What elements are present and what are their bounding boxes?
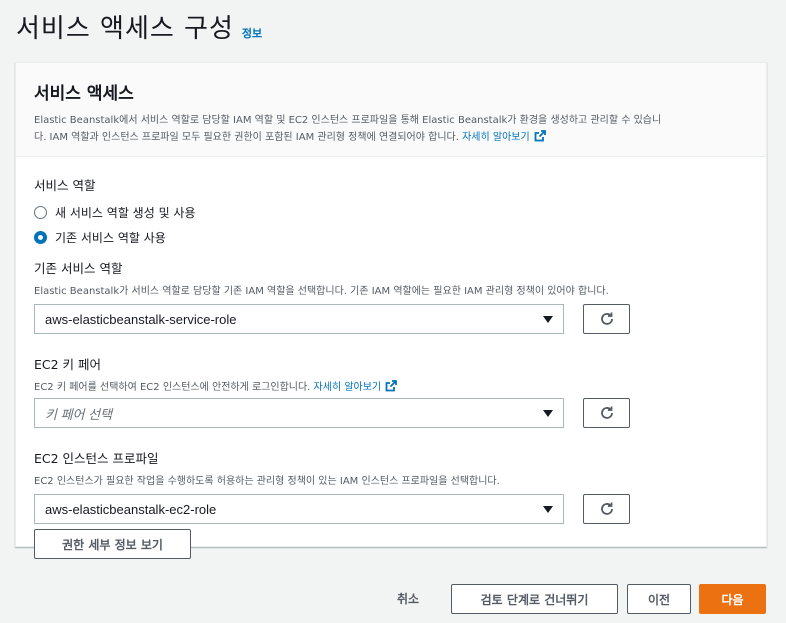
external-link-icon bbox=[534, 130, 546, 142]
refresh-button[interactable] bbox=[583, 398, 630, 428]
select-placeholder: 키 페어 선택 bbox=[45, 406, 113, 422]
previous-button[interactable]: 이전 bbox=[627, 584, 691, 614]
refresh-icon bbox=[600, 406, 613, 419]
wizard-footer: 취소 검토 단계로 건너뛰기 이전 다음 bbox=[0, 584, 786, 614]
select-value: aws-elasticbeanstalk-service-role bbox=[45, 311, 237, 327]
radio-label: 기존 서비스 역할 사용 bbox=[55, 231, 166, 245]
view-permission-details-button[interactable]: 권한 세부 정보 보기 bbox=[34, 529, 191, 559]
key-pair-select[interactable]: 키 페어 선택 bbox=[34, 398, 564, 428]
caret-down-icon bbox=[543, 506, 553, 513]
radio-existing-service-role[interactable]: 기존 서비스 역할 사용 bbox=[34, 229, 748, 246]
service-access-panel: 서비스 액세스 Elastic Beanstalk에서 서비스 역할로 담당할 … bbox=[15, 62, 767, 559]
caret-down-icon bbox=[543, 410, 553, 417]
select-value: aws-elasticbeanstalk-ec2-role bbox=[45, 501, 217, 517]
existing-role-label: 기존 서비스 역할 bbox=[34, 261, 123, 276]
refresh-icon bbox=[600, 312, 613, 325]
panel-header: 서비스 액세스 Elastic Beanstalk에서 서비스 역할로 담당할 … bbox=[16, 63, 766, 157]
skip-to-review-button[interactable]: 검토 단계로 건너뛰기 bbox=[451, 584, 618, 614]
panel-body: 서비스 역할 새 서비스 역할 생성 및 사용 기존 서비스 역할 사용 기존 … bbox=[16, 157, 766, 559]
page-header: 서비스 액세스 구성 정보 bbox=[16, 8, 262, 45]
instance-profile-select[interactable]: aws-elasticbeanstalk-ec2-role bbox=[34, 494, 564, 524]
instance-profile-desc: EC2 인스턴스가 필요한 작업을 수행하도록 허용하는 관리형 정책이 있는 … bbox=[34, 476, 500, 487]
key-pair-learn-more-link[interactable]: 자세히 알아보기 bbox=[314, 380, 398, 393]
caret-down-icon bbox=[543, 316, 553, 323]
radio-new-service-role[interactable]: 새 서비스 역할 생성 및 사용 bbox=[34, 204, 748, 221]
existing-role-desc: Elastic Beanstalk가 서비스 역할로 담당할 기존 IAM 역할… bbox=[34, 286, 609, 297]
refresh-icon bbox=[600, 502, 613, 515]
radio-button-selected[interactable] bbox=[34, 231, 47, 244]
radio-label: 새 서비스 역할 생성 및 사용 bbox=[55, 206, 196, 220]
panel-description: Elastic Beanstalk에서 서비스 역할로 담당할 IAM 역할 및… bbox=[34, 112, 748, 146]
existing-role-field: 기존 서비스 역할 Elastic Beanstalk가 서비스 역할로 담당할… bbox=[34, 258, 748, 334]
instance-profile-select-row: aws-elasticbeanstalk-ec2-role bbox=[34, 494, 748, 524]
refresh-button[interactable] bbox=[583, 494, 630, 524]
page-title: 서비스 액세스 구성 bbox=[16, 14, 234, 44]
service-role-label: 서비스 역할 bbox=[34, 178, 96, 193]
learn-more-link[interactable]: 자세히 알아보기 bbox=[462, 130, 546, 143]
info-link[interactable]: 정보 bbox=[242, 25, 262, 41]
next-button[interactable]: 다음 bbox=[699, 584, 766, 614]
key-pair-field: EC2 키 페어 EC2 키 페어를 선택하여 EC2 인스턴스에 안전하게 로… bbox=[34, 354, 748, 428]
key-pair-select-row: 키 페어 선택 bbox=[34, 398, 748, 428]
panel-desc-line1: Elastic Beanstalk에서 서비스 역할로 담당할 IAM 역할 및… bbox=[34, 115, 662, 126]
external-link-icon bbox=[385, 380, 398, 392]
existing-role-select[interactable]: aws-elasticbeanstalk-service-role bbox=[34, 304, 564, 334]
cancel-button[interactable]: 취소 bbox=[397, 590, 419, 607]
instance-profile-label: EC2 인스턴스 프로파일 bbox=[34, 451, 159, 466]
instance-profile-field: EC2 인스턴스 프로파일 EC2 인스턴스가 필요한 작업을 수행하도록 허용… bbox=[34, 448, 748, 559]
panel-desc-line2: 다. IAM 역할과 인스턴스 프로파일 모두 필요한 권한이 포함된 IAM … bbox=[34, 132, 459, 143]
refresh-button[interactable] bbox=[583, 304, 630, 334]
key-pair-label: EC2 키 페어 bbox=[34, 357, 102, 372]
key-pair-desc: EC2 키 페어를 선택하여 EC2 인스턴스에 안전하게 로그인합니다. 자세… bbox=[34, 378, 748, 393]
existing-role-select-row: aws-elasticbeanstalk-service-role bbox=[34, 304, 748, 334]
radio-button[interactable] bbox=[34, 206, 47, 219]
panel-title: 서비스 액세스 bbox=[34, 84, 134, 104]
